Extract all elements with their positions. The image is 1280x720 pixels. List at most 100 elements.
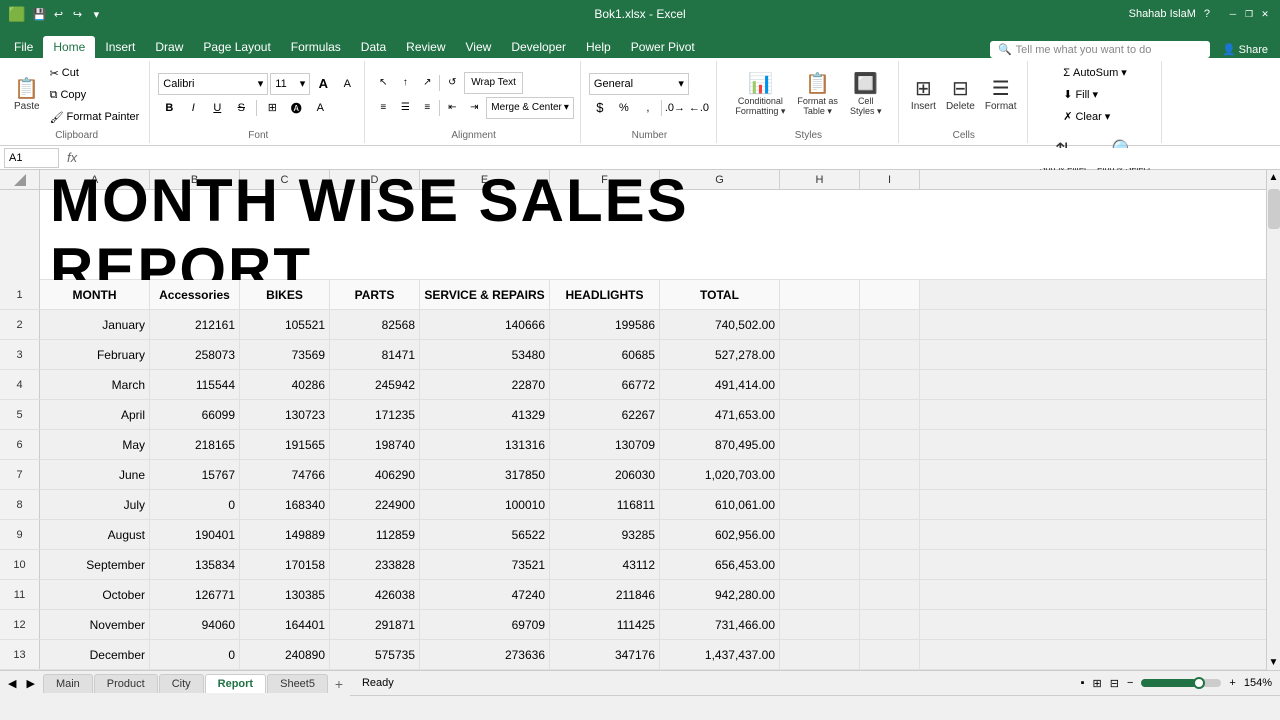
- cell-bikes-6[interactable]: 168340: [240, 490, 330, 519]
- cell-acc-4[interactable]: 218165: [150, 430, 240, 459]
- cell-total-4[interactable]: 870,495.00: [660, 430, 780, 459]
- normal-view-button[interactable]: ▪: [1081, 677, 1085, 689]
- cell-head-11[interactable]: 347176: [550, 640, 660, 669]
- align-left-button[interactable]: ≡: [373, 99, 393, 117]
- cell-month-4[interactable]: May: [40, 430, 150, 459]
- zoom-in-button[interactable]: +: [1229, 677, 1235, 689]
- cell-service-1[interactable]: 53480: [420, 340, 550, 369]
- delete-cells-button[interactable]: ⊟ Delete: [942, 67, 979, 123]
- cell-service-5[interactable]: 317850: [420, 460, 550, 489]
- font-color-button[interactable]: A: [309, 98, 331, 118]
- font-name-select[interactable]: Calibri ▾: [158, 73, 268, 95]
- help-icon[interactable]: ?: [1204, 8, 1210, 20]
- strikethrough-button[interactable]: S: [230, 98, 252, 118]
- bold-button[interactable]: B: [158, 98, 180, 118]
- currency-button[interactable]: $: [589, 98, 611, 118]
- cell-head-1[interactable]: 60685: [550, 340, 660, 369]
- scroll-tabs-right[interactable]: ▶: [22, 675, 38, 692]
- cell-total-6[interactable]: 610,061.00: [660, 490, 780, 519]
- clear-button[interactable]: ✗ Clear ▾: [1059, 107, 1131, 127]
- cell-parts-6[interactable]: 224900: [330, 490, 420, 519]
- autosum-button[interactable]: Σ AutoSum ▾: [1059, 63, 1131, 83]
- cell-parts-4[interactable]: 198740: [330, 430, 420, 459]
- cell-acc-3[interactable]: 66099: [150, 400, 240, 429]
- restore-button[interactable]: ❐: [1242, 7, 1256, 21]
- header-accessories[interactable]: Accessories: [150, 280, 240, 309]
- close-button[interactable]: ✕: [1258, 7, 1272, 21]
- cell-head-4[interactable]: 130709: [550, 430, 660, 459]
- title-cell[interactable]: MONTH WISE SALES REPORT: [40, 190, 920, 280]
- header-month[interactable]: MONTH: [40, 280, 150, 309]
- cell-service-2[interactable]: 22870: [420, 370, 550, 399]
- cell-total-3[interactable]: 471,653.00: [660, 400, 780, 429]
- tab-data[interactable]: Data: [351, 36, 396, 58]
- merge-center-button[interactable]: Merge & Center ▾: [486, 97, 574, 119]
- sheet-tab-main[interactable]: Main: [43, 674, 93, 693]
- cell-parts-2[interactable]: 245942: [330, 370, 420, 399]
- scroll-down-button[interactable]: ▼: [1267, 655, 1280, 670]
- customize-icon[interactable]: ▾: [88, 6, 104, 22]
- save-icon[interactable]: 💾: [31, 6, 47, 22]
- align-right-button[interactable]: ≡: [417, 99, 437, 117]
- sheet-tab-city[interactable]: City: [159, 674, 204, 693]
- cell-acc-7[interactable]: 190401: [150, 520, 240, 549]
- cell-acc-2[interactable]: 115544: [150, 370, 240, 399]
- cell-month-7[interactable]: August: [40, 520, 150, 549]
- font-grow-button[interactable]: A: [312, 74, 334, 94]
- cell-bikes-9[interactable]: 130385: [240, 580, 330, 609]
- cell-head-3[interactable]: 62267: [550, 400, 660, 429]
- tab-draw[interactable]: Draw: [145, 36, 193, 58]
- cell-parts-3[interactable]: 171235: [330, 400, 420, 429]
- scroll-thumb[interactable]: [1268, 189, 1280, 229]
- header-bikes[interactable]: BIKES: [240, 280, 330, 309]
- page-break-button[interactable]: ⊟: [1110, 677, 1119, 690]
- redo-icon[interactable]: ↪: [69, 6, 85, 22]
- cell-parts-9[interactable]: 426038: [330, 580, 420, 609]
- align-top-right-button[interactable]: ↗: [417, 74, 437, 92]
- cell-bikes-3[interactable]: 130723: [240, 400, 330, 429]
- name-box[interactable]: A1: [4, 148, 59, 168]
- cell-parts-7[interactable]: 112859: [330, 520, 420, 549]
- tab-insert[interactable]: Insert: [95, 36, 145, 58]
- cell-parts-5[interactable]: 406290: [330, 460, 420, 489]
- cell-month-5[interactable]: June: [40, 460, 150, 489]
- cell-service-11[interactable]: 273636: [420, 640, 550, 669]
- cell-parts-8[interactable]: 233828: [330, 550, 420, 579]
- cell-month-2[interactable]: March: [40, 370, 150, 399]
- cell-month-10[interactable]: November: [40, 610, 150, 639]
- cell-service-10[interactable]: 69709: [420, 610, 550, 639]
- cell-service-3[interactable]: 41329: [420, 400, 550, 429]
- cell-parts-11[interactable]: 575735: [330, 640, 420, 669]
- format-cells-button[interactable]: ☰ Format: [981, 67, 1021, 123]
- cell-parts-10[interactable]: 291871: [330, 610, 420, 639]
- cell-acc-6[interactable]: 0: [150, 490, 240, 519]
- cell-head-7[interactable]: 93285: [550, 520, 660, 549]
- tab-help[interactable]: Help: [576, 36, 621, 58]
- conditional-formatting-button[interactable]: 📊 ConditionalFormatting ▾: [731, 67, 789, 123]
- cell-bikes-0[interactable]: 105521: [240, 310, 330, 339]
- cell-styles-button[interactable]: 🔲 CellStyles ▾: [846, 67, 886, 123]
- cell-acc-10[interactable]: 94060: [150, 610, 240, 639]
- comma-button[interactable]: ,: [637, 98, 659, 118]
- sheet-tab-product[interactable]: Product: [94, 674, 158, 693]
- cell-month-0[interactable]: January: [40, 310, 150, 339]
- search-box[interactable]: 🔍 Tell me what you want to do: [990, 41, 1210, 58]
- undo-icon[interactable]: ↩: [50, 6, 66, 22]
- rotate-text-button[interactable]: ↺: [442, 74, 462, 92]
- cell-acc-9[interactable]: 126771: [150, 580, 240, 609]
- cell-month-1[interactable]: February: [40, 340, 150, 369]
- cell-bikes-1[interactable]: 73569: [240, 340, 330, 369]
- tab-home[interactable]: Home: [43, 36, 95, 58]
- sheet-tab-report[interactable]: Report: [205, 674, 266, 693]
- cell-total-8[interactable]: 656,453.00: [660, 550, 780, 579]
- tab-review[interactable]: Review: [396, 36, 455, 58]
- underline-button[interactable]: U: [206, 98, 228, 118]
- page-layout-button[interactable]: ⊞: [1093, 677, 1102, 690]
- cell-month-6[interactable]: July: [40, 490, 150, 519]
- cell-head-2[interactable]: 66772: [550, 370, 660, 399]
- cell-acc-0[interactable]: 212161: [150, 310, 240, 339]
- font-shrink-button[interactable]: A: [336, 74, 358, 94]
- align-top-center-button[interactable]: ↑: [395, 74, 415, 92]
- number-format-select[interactable]: General ▾: [589, 73, 689, 95]
- insert-cells-button[interactable]: ⊞ Insert: [907, 67, 940, 123]
